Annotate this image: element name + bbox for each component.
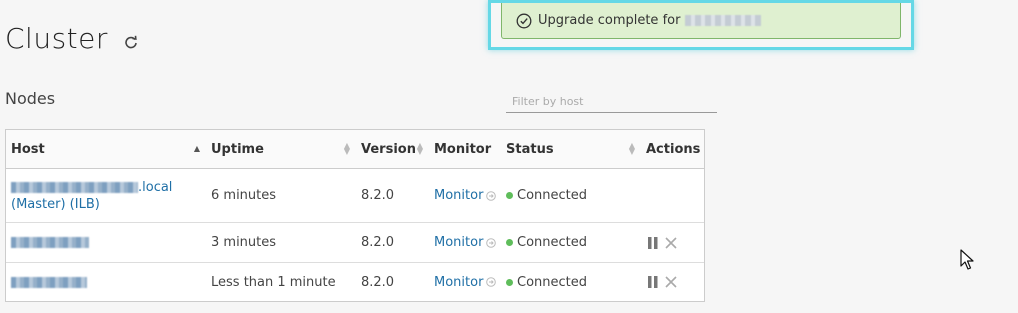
refresh-icon[interactable]: [124, 35, 138, 49]
version-cell: 8.2.0: [361, 274, 395, 290]
close-icon[interactable]: [664, 275, 678, 289]
actions-cell: [641, 236, 704, 250]
external-arrow-icon: [486, 277, 497, 287]
external-arrow-icon: [486, 237, 497, 248]
status-cell: Connected: [501, 188, 641, 203]
nodes-table: Host ▲ Uptime ▲ ▼ Version ▲ ▼ Monitor Stat…: [5, 129, 705, 302]
column-version-label: Version: [361, 141, 416, 157]
column-status-label: Status: [506, 141, 554, 157]
uptime-cell: 3 minutes: [211, 235, 277, 250]
sort-icon[interactable]: ▲ ▼: [629, 142, 635, 156]
column-host-label: Host: [11, 141, 45, 157]
host-role: (Master) (ILB): [11, 196, 100, 212]
sort-icon[interactable]: ▲ ▼: [417, 142, 423, 156]
redacted-hostname: [685, 15, 762, 26]
sort-icon[interactable]: ▲ ▼: [344, 142, 350, 156]
version-cell: 8.2.0: [361, 188, 395, 203]
status-cell: Connected: [501, 275, 641, 290]
status-text: Connected: [517, 235, 588, 250]
host-cell: [6, 235, 206, 250]
monitor-link[interactable]: Monitor: [434, 188, 483, 203]
monitor-cell: Monitor: [429, 275, 501, 290]
toast-message: Upgrade complete for: [538, 13, 681, 28]
sort-ascending-icon[interactable]: ▲: [194, 145, 200, 153]
monitor-link[interactable]: Monitor: [434, 275, 483, 290]
version-cell: 8.2.0: [361, 235, 395, 250]
monitor-cell: Monitor: [429, 235, 501, 250]
table-header: Host ▲ Uptime ▲ ▼ Version ▲ ▼ Monitor Stat…: [6, 130, 704, 169]
pause-icon[interactable]: [646, 275, 660, 289]
external-arrow-icon: [486, 190, 497, 201]
table-row: 3 minutes 8.2.0 Monitor Connected: [6, 223, 704, 263]
table-row: Less than 1 minute 8.2.0 Monitor Connect…: [6, 263, 704, 301]
uptime-cell: Less than 1 minute: [211, 274, 336, 290]
column-uptime-label: Uptime: [211, 141, 264, 157]
status-cell: Connected: [501, 235, 641, 250]
status-text: Connected: [517, 274, 588, 290]
column-monitor-label: Monitor: [434, 141, 492, 157]
column-monitor: Monitor: [429, 142, 501, 157]
table-row: .local (Master) (ILB) 6 minutes 8.2.0 Mon…: [6, 169, 704, 223]
monitor-cell: Monitor: [429, 188, 501, 203]
column-actions-label: Actions: [646, 141, 701, 157]
title-row: Cluster: [5, 22, 138, 55]
status-text: Connected: [517, 188, 588, 203]
connected-dot: [506, 278, 513, 286]
column-uptime[interactable]: Uptime ▲ ▼: [206, 142, 356, 157]
column-actions: Actions: [641, 142, 704, 157]
column-host[interactable]: Host ▲: [6, 142, 206, 157]
redacted-hostname: [11, 181, 138, 193]
filter-by-host-input[interactable]: [506, 92, 717, 113]
host-suffix: .local: [138, 179, 173, 195]
uptime-cell: 6 minutes: [211, 188, 277, 203]
host-link-redacted[interactable]: [11, 237, 89, 248]
nodes-heading: Nodes: [5, 89, 56, 108]
column-status[interactable]: Status ▲ ▼: [501, 142, 641, 157]
host-link-redacted[interactable]: [11, 276, 87, 288]
host-cell: [6, 275, 206, 290]
toast-highlight: Upgrade complete for: [488, 0, 914, 50]
connected-dot: [506, 239, 513, 246]
host-link[interactable]: .local (Master) (ILB): [11, 180, 172, 212]
mouse-cursor-icon: [960, 249, 974, 270]
check-circle-icon: [516, 13, 532, 28]
pause-icon[interactable]: [646, 236, 660, 250]
actions-cell: [641, 275, 704, 289]
host-cell: .local (Master) (ILB): [6, 179, 206, 213]
column-version[interactable]: Version ▲ ▼: [356, 142, 429, 157]
connected-dot: [506, 192, 513, 199]
page-title: Cluster: [5, 22, 108, 55]
close-icon[interactable]: [664, 236, 678, 250]
monitor-link[interactable]: Monitor: [434, 235, 483, 250]
upgrade-toast: Upgrade complete for: [501, 3, 901, 39]
